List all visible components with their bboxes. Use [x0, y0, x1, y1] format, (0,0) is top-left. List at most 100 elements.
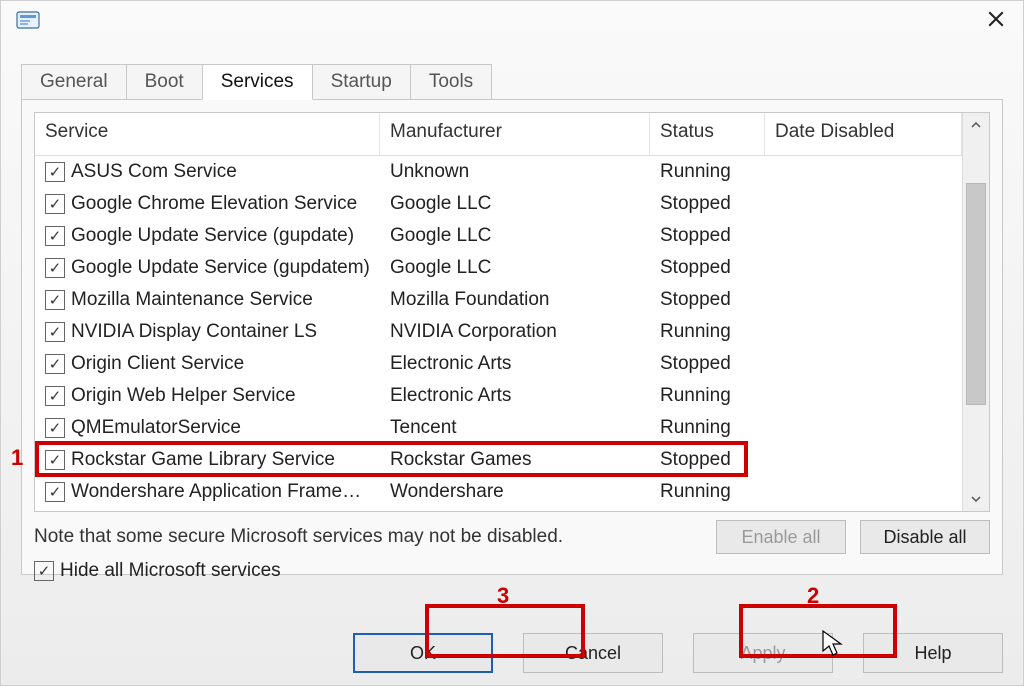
cell-status: Stopped [650, 289, 765, 311]
column-status[interactable]: Status [650, 113, 765, 155]
service-name: Origin Client Service [71, 353, 244, 375]
cell-manufacturer: Electronic Arts [380, 353, 650, 375]
cell-status: Stopped [650, 193, 765, 215]
row-checkbox[interactable]: ✓ [45, 386, 65, 406]
table-row[interactable]: ✓ Wondershare Application Frame… Wondersha… [35, 476, 962, 508]
cell-manufacturer: Tencent [380, 417, 650, 439]
bottom-button-row: OK Cancel Apply Help [353, 633, 1003, 673]
table-row[interactable]: ✓ Origin Web Helper Service Electronic Art… [35, 380, 962, 412]
tab-general[interactable]: General [21, 64, 127, 99]
cell-manufacturer: Rockstar Games [380, 449, 650, 471]
tab-boot[interactable]: Boot [126, 64, 203, 99]
note-row: Note that some secure Microsoft services… [34, 520, 990, 554]
cancel-button[interactable]: Cancel [523, 633, 663, 673]
service-name: QMEmulatorService [71, 417, 241, 439]
row-checkbox[interactable]: ✓ [45, 290, 65, 310]
cell-status: Running [650, 385, 765, 407]
cell-manufacturer: Electronic Arts [380, 385, 650, 407]
scroll-thumb[interactable] [966, 183, 986, 405]
row-checkbox[interactable]: ✓ [45, 226, 65, 246]
table-row[interactable]: ✓ Mozilla Maintenance Service Mozilla Foun… [35, 284, 962, 316]
tabstrip: General Boot Services Startup Tools [21, 63, 1023, 99]
enable-all-button[interactable]: Enable all [716, 520, 846, 554]
cell-service: ✓Rockstar Game Library Service [35, 449, 380, 471]
cell-service: ✓ASUS Com Service [35, 161, 380, 183]
column-manufacturer[interactable]: Manufacturer [380, 113, 650, 155]
scroll-up-icon[interactable] [963, 113, 989, 137]
cell-status: Running [650, 321, 765, 343]
column-service[interactable]: Service [35, 113, 380, 155]
hide-ms-checkbox[interactable]: ✓ [34, 561, 54, 581]
titlebar [1, 1, 1023, 41]
service-name: Google Update Service (gupdatem) [71, 257, 370, 279]
cell-manufacturer: Google LLC [380, 257, 650, 279]
cell-status: Running [650, 417, 765, 439]
cell-manufacturer: Google LLC [380, 193, 650, 215]
cell-manufacturer: Wondershare [380, 481, 650, 503]
service-name: Wondershare Application Frame… [71, 481, 361, 503]
annotation-number-2: 2 [807, 583, 819, 609]
note-text: Note that some secure Microsoft services… [34, 526, 563, 548]
row-checkbox[interactable]: ✓ [45, 194, 65, 214]
table-row[interactable]: ✓ Google Chrome Elevation Service Google L… [35, 188, 962, 220]
cell-service: ✓ Google Update Service (gupdatem) [35, 257, 380, 279]
cell-service: ✓ Mozilla Maintenance Service [35, 289, 380, 311]
table-row[interactable]: ✓ NVIDIA Display Container LS NVIDIA Corpo… [35, 316, 962, 348]
hide-ms-row: ✓ Hide all Microsoft services [34, 560, 990, 582]
ok-button[interactable]: OK [353, 633, 493, 673]
hide-ms-label: Hide all Microsoft services [60, 560, 281, 582]
service-name: Origin Web Helper Service [71, 385, 296, 407]
app-icon [15, 9, 43, 33]
apply-button[interactable]: Apply [693, 633, 833, 673]
cell-status: Running [650, 481, 765, 503]
row-checkbox[interactable]: ✓ [45, 258, 65, 278]
service-name: Google Update Service (gupdate) [71, 225, 354, 247]
cell-status: Stopped [650, 353, 765, 375]
table-row[interactable]: ✓Rockstar Game Library ServiceRockstar G… [35, 444, 962, 476]
cell-service: ✓ QMEmulatorService [35, 417, 380, 439]
row-checkbox[interactable]: ✓ [45, 482, 65, 502]
cell-manufacturer: Unknown [380, 161, 650, 183]
tab-startup[interactable]: Startup [312, 64, 411, 99]
help-button[interactable]: Help [863, 633, 1003, 673]
close-button[interactable] [977, 8, 1015, 34]
cell-status: Stopped [650, 225, 765, 247]
annotation-number-3: 3 [497, 583, 509, 609]
tab-tools[interactable]: Tools [410, 64, 492, 99]
cell-manufacturer: Google LLC [380, 225, 650, 247]
services-list: Service Manufacturer Status Date Disable… [34, 112, 990, 512]
service-name: NVIDIA Display Container LS [71, 321, 317, 343]
row-checkbox[interactable]: ✓ [45, 322, 65, 342]
row-checkbox[interactable]: ✓ [45, 450, 65, 470]
disable-all-button[interactable]: Disable all [860, 520, 990, 554]
cell-service: ✓ Wondershare Application Frame… [35, 481, 380, 503]
services-panel: Service Manufacturer Status Date Disable… [21, 99, 1003, 575]
row-checkbox[interactable]: ✓ [45, 418, 65, 438]
cell-manufacturer: NVIDIA Corporation [380, 321, 650, 343]
cell-service: ✓ NVIDIA Display Container LS [35, 321, 380, 343]
column-date-disabled[interactable]: Date Disabled [765, 113, 962, 155]
cell-status: Running [650, 161, 765, 183]
scrollbar[interactable] [962, 113, 989, 511]
services-rows: ✓ASUS Com ServiceUnknownRunning✓Google C… [35, 156, 962, 511]
cell-service: ✓ Google Update Service (gupdate) [35, 225, 380, 247]
cell-service: ✓ Origin Client Service [35, 353, 380, 375]
table-row[interactable]: ✓ QMEmulatorService TencentRunning [35, 412, 962, 444]
table-row[interactable]: ✓ Origin Client Service Electronic ArtsSto… [35, 348, 962, 380]
table-row[interactable]: ✓ Google Update Service (gupdate) Google L… [35, 220, 962, 252]
service-name: Google Chrome Elevation Service [71, 193, 357, 215]
row-checkbox[interactable]: ✓ [45, 162, 65, 182]
column-headers: Service Manufacturer Status Date Disable… [35, 113, 962, 156]
cell-service: ✓ Google Chrome Elevation Service [35, 193, 380, 215]
table-row[interactable]: ✓ASUS Com ServiceUnknownRunning [35, 156, 962, 188]
cell-manufacturer: Mozilla Foundation [380, 289, 650, 311]
row-checkbox[interactable]: ✓ [45, 354, 65, 374]
scroll-down-icon[interactable] [963, 487, 989, 511]
table-row[interactable]: ✓ Google Update Service (gupdatem) Google … [35, 252, 962, 284]
service-name: Mozilla Maintenance Service [71, 289, 313, 311]
tab-services[interactable]: Services [202, 64, 313, 100]
cell-service: ✓ Origin Web Helper Service [35, 385, 380, 407]
cell-status: Stopped [650, 257, 765, 279]
services-list-main: Service Manufacturer Status Date Disable… [35, 113, 962, 511]
msconfig-window: General Boot Services Startup Tools Serv… [0, 0, 1024, 686]
